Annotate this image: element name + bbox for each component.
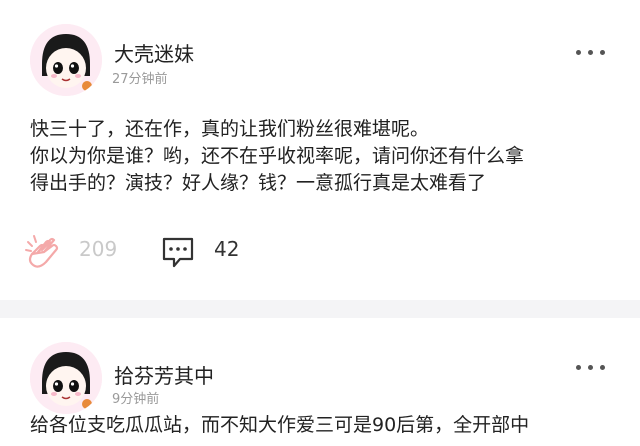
clap-icon[interactable] — [24, 232, 68, 272]
comment-text-partial: 给各位支吃瓜瓜站，而不知大作爱三可是90后第，全开部中 — [30, 414, 530, 436]
avatar-illustration — [30, 24, 102, 96]
timestamp: 27分钟前 — [112, 72, 168, 87]
comment-line: 你以为你是谁？哟，还不在乎收视率呢，请问你还有什么拿 — [30, 145, 525, 167]
username[interactable]: 拾芬芳其中 — [114, 360, 214, 389]
comment-line: 快三十了，还在作，真的让我们粉丝很难堪呢。 — [30, 118, 430, 140]
comment-count: 42 — [214, 237, 240, 261]
timestamp: 9分钟前 — [112, 392, 160, 407]
avatar[interactable] — [30, 342, 102, 414]
comment-text: 快三十了，还在作，真的让我们粉丝很难堪呢。 你以为你是谁？哟，还不在乎收视率呢，… — [30, 116, 620, 197]
username[interactable]: 大壳迷妹 — [114, 38, 194, 67]
avatar-illustration — [30, 342, 102, 414]
comment-icon[interactable] — [160, 235, 196, 269]
comment-line: 得出手的？演技？好人缘？钱？一意孤行真是太难看了 — [30, 172, 487, 194]
more-dots-icon[interactable] — [574, 360, 608, 376]
avatar[interactable] — [30, 24, 102, 96]
like-count: 209 — [79, 237, 118, 261]
card-divider — [0, 300, 640, 318]
more-dots-icon[interactable] — [574, 45, 608, 61]
comment-card: 大壳迷妹 27分钟前 快三十了，还在作，真的让我们粉丝很难堪呢。 你以为你是谁？… — [0, 0, 640, 300]
